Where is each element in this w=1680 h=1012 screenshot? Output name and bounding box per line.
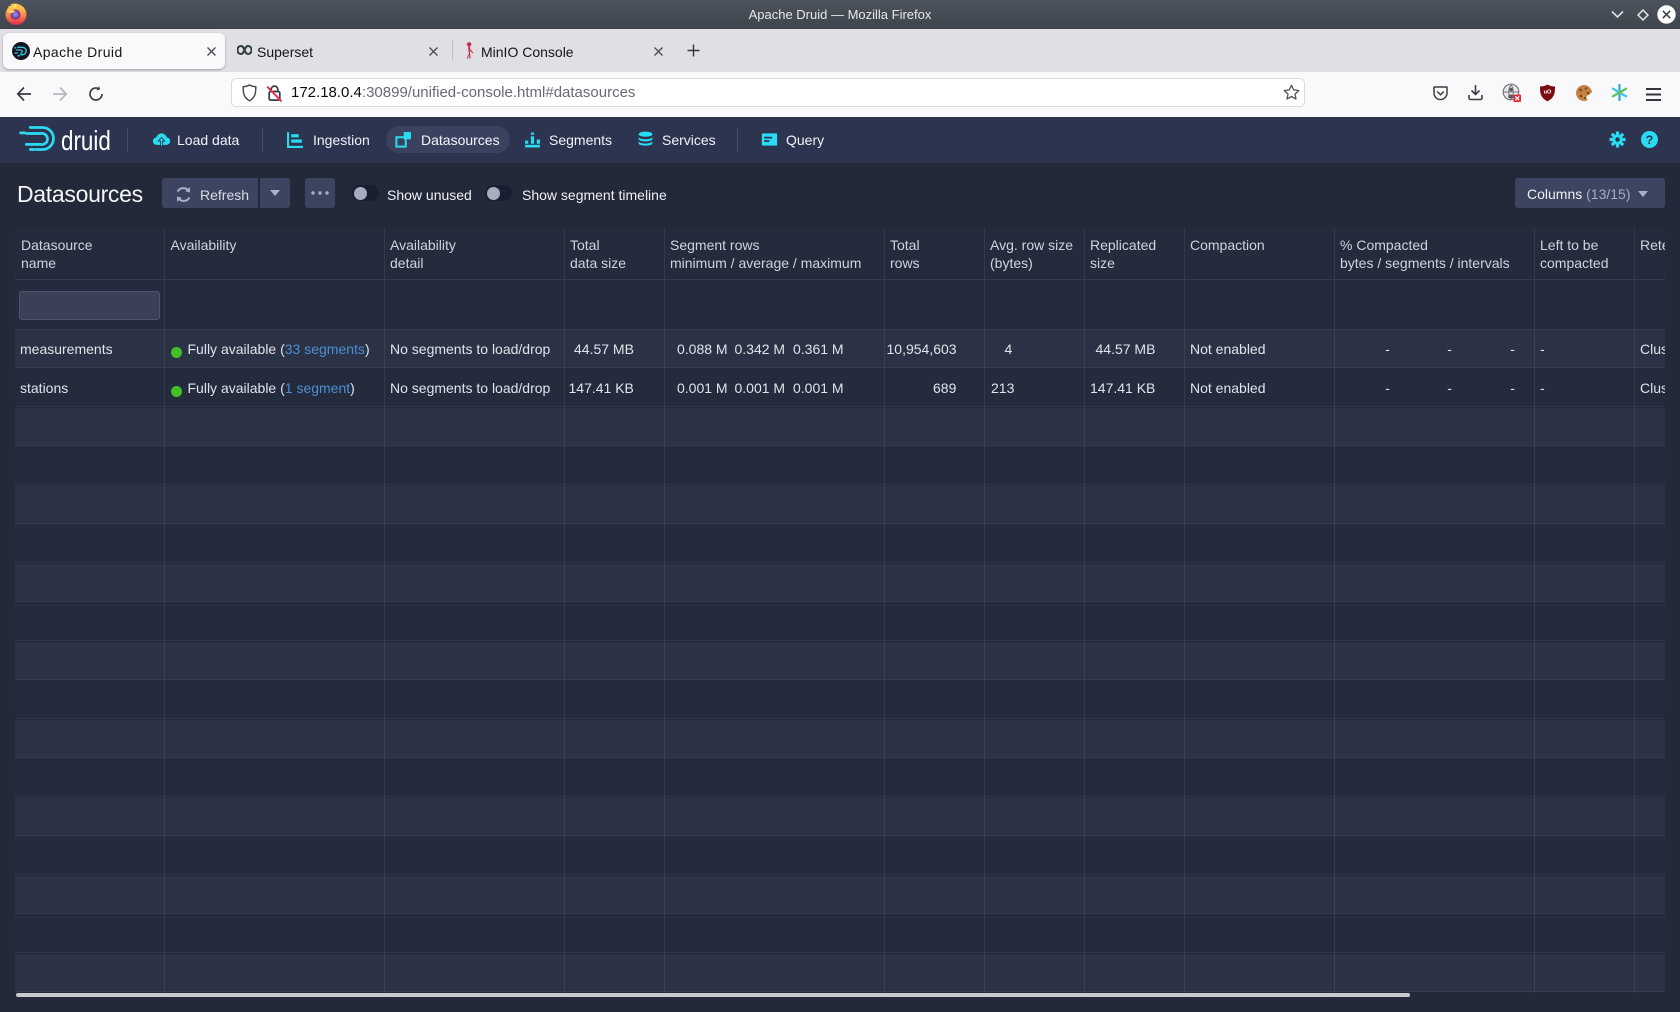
svg-text:?: ? [1646, 133, 1654, 147]
svg-text:uO: uO [1544, 90, 1552, 96]
